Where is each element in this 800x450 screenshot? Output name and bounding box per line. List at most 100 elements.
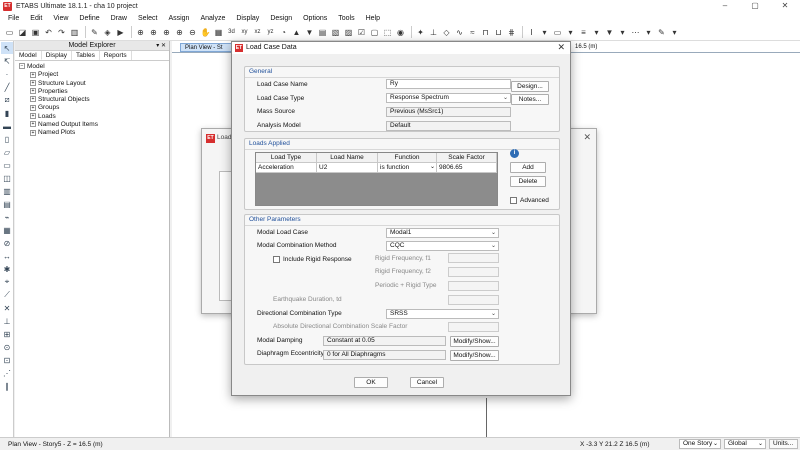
snap-line-icon[interactable]: ⟋ (1, 289, 13, 301)
undo-icon[interactable]: ↶ (43, 27, 54, 38)
modal-combination-select[interactable]: CQC ⌄ (386, 241, 499, 251)
view-3d-icon[interactable]: 3d (226, 27, 237, 38)
dropdown-chevron-icon[interactable]: ▾ (565, 27, 576, 38)
draw-grid-icon[interactable]: ▦ (1, 224, 13, 236)
assign-icon[interactable]: ▢ (369, 27, 380, 38)
draw-opening-icon[interactable]: ◫ (1, 172, 13, 184)
tab-3d-view[interactable]: 16.5 (m) (572, 43, 632, 52)
menu-display[interactable]: Display (236, 15, 259, 22)
rotate-icon[interactable]: ◔ (278, 27, 289, 38)
tree-node-named-plots[interactable]: + Named Plots (19, 129, 165, 137)
table-row[interactable]: Acceleration U2 is function ⌄ 9806.65 (256, 163, 497, 173)
menu-file[interactable]: File (8, 15, 19, 22)
dropdown-chevron-icon[interactable]: ▾ (669, 27, 680, 38)
tab-tables[interactable]: Tables (72, 51, 100, 60)
draw-dimension-icon[interactable]: ↔ (1, 250, 13, 262)
snap-perpendicular-icon[interactable]: ⊥ (1, 315, 13, 327)
collapse-icon[interactable]: − (19, 63, 25, 70)
lock-icon[interactable]: ▥ (69, 27, 80, 38)
expand-icon[interactable]: + (30, 71, 36, 78)
draw-section-cut-icon[interactable]: ⊘ (1, 237, 13, 249)
menu-view[interactable]: View (53, 15, 68, 22)
draw-line-icon[interactable]: ╱ (1, 81, 13, 93)
shell-icon[interactable]: ◇ (441, 27, 452, 38)
draw-link-icon[interactable]: ⌁ (1, 211, 13, 223)
select-all-icon[interactable]: ⬚ (382, 27, 393, 38)
load-type-cell[interactable]: Acceleration (256, 163, 317, 173)
menu-tools[interactable]: Tools (338, 15, 354, 22)
snap-extension-icon[interactable]: ⋰ (1, 367, 13, 379)
move-down-icon[interactable]: ▼ (304, 27, 315, 38)
notes-button[interactable]: Notes... (511, 94, 549, 105)
tendon-icon[interactable]: ≈ (467, 27, 478, 38)
expand-icon[interactable]: + (30, 96, 36, 103)
reshape-icon[interactable]: ↸ (1, 55, 13, 67)
spandrel-icon[interactable]: ⊔ (493, 27, 504, 38)
link-icon[interactable]: ∿ (454, 27, 465, 38)
zoom-window-icon[interactable]: ⊕ (135, 27, 146, 38)
object-shrink-icon[interactable]: ▧ (330, 27, 341, 38)
line-weight-icon[interactable]: ≡ (578, 27, 589, 38)
line-style-icon[interactable]: ⋯ (630, 27, 641, 38)
close-icon[interactable]: ✕ (583, 132, 591, 143)
snap-fine-icon[interactable]: ⊡ (1, 354, 13, 366)
tree-node-project[interactable]: + Project (19, 71, 165, 79)
draw-floor-icon[interactable]: ▱ (1, 146, 13, 158)
draw-reference-icon[interactable]: ✱ (1, 263, 13, 275)
coordinate-system-select[interactable]: Global ⌄ (724, 439, 766, 449)
earthquake-duration-input[interactable] (448, 295, 499, 305)
design-button[interactable]: Design... (511, 81, 549, 92)
tab-model[interactable]: Model (15, 51, 42, 60)
menu-design[interactable]: Design (270, 15, 292, 22)
menu-edit[interactable]: Edit (30, 15, 42, 22)
loads-applied-table[interactable]: Load Type Load Name Function Scale Facto… (255, 152, 498, 206)
load-name-cell[interactable]: U2 (317, 163, 378, 173)
joint-icon[interactable]: ✦ (415, 27, 426, 38)
expand-icon[interactable]: + (30, 88, 36, 95)
tree-node-properties[interactable]: + Properties (19, 88, 165, 96)
snap-grid-icon[interactable]: ⊞ (1, 328, 13, 340)
menu-analyze[interactable]: Analyze (200, 15, 225, 22)
menu-options[interactable]: Options (303, 15, 327, 22)
info-icon[interactable]: i (510, 149, 519, 158)
cancel-button[interactable]: Cancel (410, 377, 444, 388)
load-case-type-select[interactable]: Response Spectrum ⌄ (386, 93, 511, 103)
menu-define[interactable]: Define (79, 15, 99, 22)
tab-display[interactable]: Display (42, 51, 73, 60)
move-up-icon[interactable]: ▲ (291, 27, 302, 38)
filter-icon[interactable]: ▼ (604, 27, 615, 38)
snap-ends-icon[interactable]: ⊙ (1, 341, 13, 353)
new-file-icon[interactable]: ▭ (4, 27, 15, 38)
frame-icon[interactable]: ⊥ (428, 27, 439, 38)
add-button[interactable]: Add (510, 162, 546, 173)
pier-icon[interactable]: ⊓ (480, 27, 491, 38)
expand-icon[interactable]: + (30, 79, 36, 86)
story-select[interactable]: One Story ⌄ (679, 439, 721, 449)
snap-parallel-icon[interactable]: ∥ (1, 380, 13, 392)
tree-node-model[interactable]: − Model (19, 63, 165, 71)
pencil-icon[interactable]: ✎ (89, 27, 100, 38)
explorer-close-icon[interactable]: ▾ ✕ (156, 41, 166, 51)
tree-node-loads[interactable]: + Loads (19, 113, 165, 121)
plan-view-icon[interactable]: xy (239, 27, 250, 38)
modify-show-damping-button[interactable]: Modify/Show... (450, 336, 499, 347)
draw-pier-icon[interactable]: ▥ (1, 185, 13, 197)
dialog-close-icon[interactable]: ✕ (557, 42, 565, 53)
save-icon[interactable]: ▣ (30, 27, 41, 38)
zoom-out-icon[interactable]: ⊖ (187, 27, 198, 38)
rigid-frequency-f1-input[interactable] (448, 253, 499, 263)
dropdown-chevron-icon[interactable]: ▾ (643, 27, 654, 38)
draw-brace-icon[interactable]: ⧄ (1, 94, 13, 106)
run-icon[interactable]: ▶ (115, 27, 126, 38)
menu-select[interactable]: Select (138, 15, 157, 22)
spheres-icon[interactable]: ◉ (395, 27, 406, 38)
modify-show-eccentricity-button[interactable]: Modify/Show... (450, 350, 499, 361)
elevation-view-icon[interactable]: xz (252, 27, 263, 38)
rigid-frequency-f2-input[interactable] (448, 267, 499, 277)
draw-spandrel-icon[interactable]: ▤ (1, 198, 13, 210)
text-icon[interactable]: I (526, 27, 537, 38)
snap-point-icon[interactable]: ⌖ (1, 276, 13, 288)
pointer-icon[interactable]: ↖ (1, 42, 13, 54)
dropdown-chevron-icon[interactable]: ▾ (539, 27, 550, 38)
zoom-in-icon[interactable]: ⊕ (174, 27, 185, 38)
